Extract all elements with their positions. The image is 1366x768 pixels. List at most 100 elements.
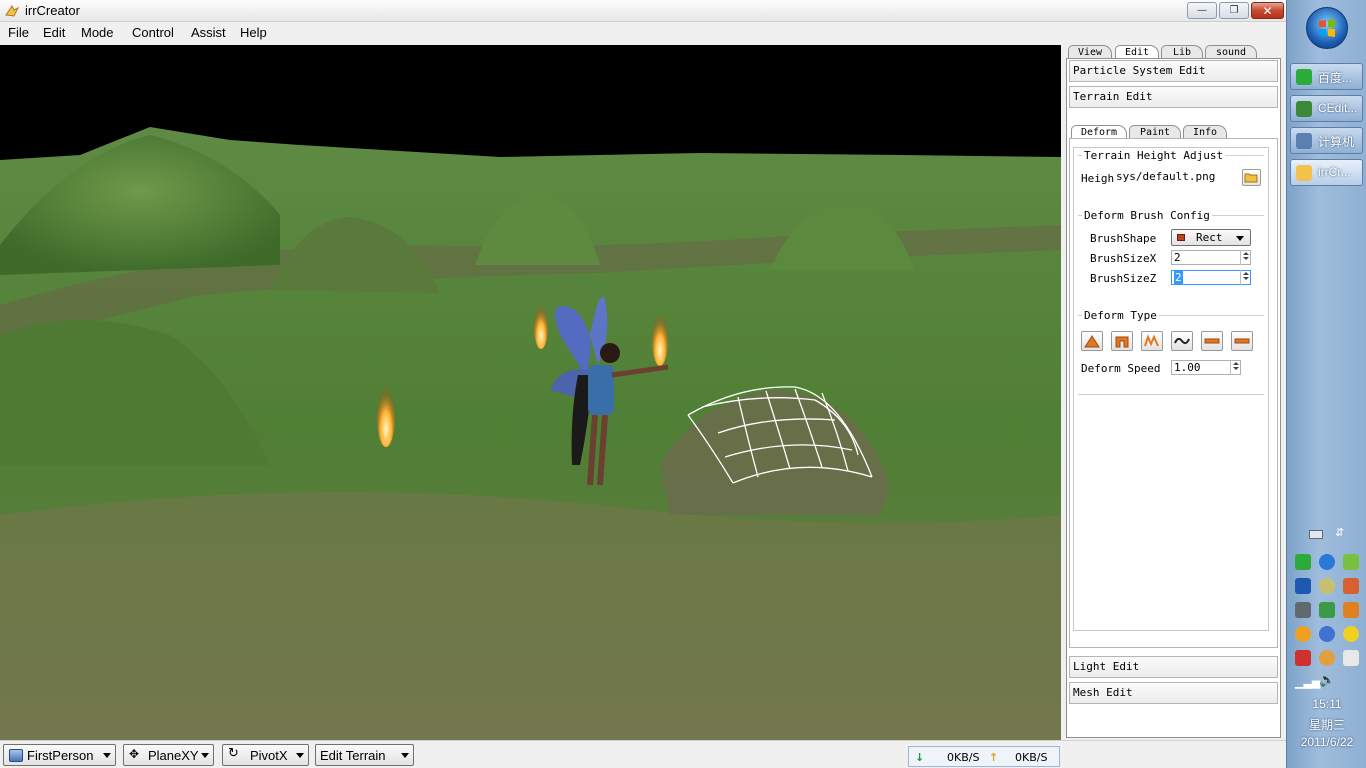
tab-sound[interactable]: sound — [1205, 45, 1257, 59]
height-map-label: Heigh — [1081, 172, 1115, 185]
cedit-app-icon — [1296, 101, 1312, 117]
taskbar-item-cedit[interactable]: CEdit... — [1290, 95, 1363, 122]
torch-flame — [652, 314, 668, 366]
deform-speed-stepper[interactable] — [1230, 360, 1240, 375]
particle-system-edit-header[interactable]: Particle System Edit — [1069, 60, 1278, 82]
deform-speed-label: Deform Speed — [1081, 362, 1161, 375]
brush-size-x-input[interactable]: 2 — [1171, 250, 1251, 265]
deform-flatten-button[interactable] — [1201, 331, 1223, 351]
rotate-icon: ↻ — [228, 746, 239, 761]
plateau-icon — [1115, 336, 1129, 348]
brush-shape-value: Rect — [1196, 231, 1223, 244]
brush-size-z-input[interactable]: 2 — [1171, 270, 1251, 285]
scene-viewport[interactable] — [0, 45, 1061, 740]
upload-arrow-icon: ↑ — [989, 751, 999, 764]
property-panel: View Edit Lib sound Particle System Edit… — [1063, 45, 1285, 740]
brush-size-x-stepper[interactable] — [1240, 250, 1250, 265]
tab-view[interactable]: View — [1068, 45, 1112, 59]
tray-360-icon[interactable] — [1295, 554, 1311, 570]
volume-icon[interactable]: 🔈 — [1319, 673, 1335, 688]
pivot-value: PivotX — [250, 748, 288, 763]
app-logo-icon — [5, 5, 20, 17]
menu-file[interactable]: File — [8, 25, 29, 40]
terrain-height-adjust-title: Terrain Height Adjust — [1082, 149, 1226, 162]
noise-icon — [1144, 334, 1159, 347]
deform-smooth-button[interactable] — [1171, 331, 1193, 351]
chevron-down-icon — [296, 753, 304, 758]
clock-weekday[interactable]: 星期三 — [1287, 716, 1366, 733]
tray-thunder-icon[interactable] — [1319, 554, 1335, 570]
edit-mode-select[interactable]: Edit Terrain — [315, 744, 414, 766]
brush-shape-select[interactable]: Rect — [1171, 229, 1251, 246]
tray-globe-icon[interactable] — [1319, 578, 1335, 594]
signal-bars-icon[interactable]: ▁▃▅ — [1295, 676, 1320, 689]
title-bar[interactable]: irrCreator — ❐ ✕ — [0, 0, 1286, 22]
level-icon — [1234, 338, 1250, 344]
taskbar-item-irrcreator[interactable]: irrCr... — [1290, 159, 1363, 186]
brush-size-z-label: BrushSizeZ — [1090, 272, 1157, 285]
tray-speaker-icon[interactable] — [1343, 578, 1359, 594]
tray-clipboard-icon[interactable] — [1343, 650, 1359, 666]
tray-plus-icon[interactable] — [1343, 626, 1359, 642]
download-arrow-icon: ↓ — [915, 751, 925, 764]
menu-help[interactable]: Help — [240, 25, 267, 40]
tab-lib[interactable]: Lib — [1161, 45, 1203, 59]
brush-size-x-label: BrushSizeX — [1090, 252, 1157, 265]
camera-mode-value: FirstPerson — [27, 748, 94, 763]
status-bar: FirstPerson ✥ PlaneXY ↻ PivotX Edit Terr… — [0, 740, 1286, 768]
edit-tab-content: Particle System Edit Terrain Edit Deform… — [1066, 58, 1281, 738]
dirt-area — [0, 492, 1061, 740]
taskbar-item-computer[interactable]: 计算机 — [1290, 127, 1363, 154]
tab-paint[interactable]: Paint — [1129, 125, 1181, 139]
start-button[interactable] — [1306, 7, 1348, 49]
height-map-field[interactable]: sys/default.png — [1114, 170, 1232, 185]
minimize-button[interactable]: — — [1187, 2, 1217, 19]
baidu-app-icon — [1296, 69, 1312, 85]
deform-type-title: Deform Type — [1082, 309, 1159, 322]
tray-monitor-icon[interactable] — [1295, 602, 1311, 618]
tray-penguin-icon[interactable] — [1319, 650, 1335, 666]
tray-network-error-icon[interactable] — [1295, 650, 1311, 666]
tray-shield-icon[interactable] — [1295, 626, 1311, 642]
deform-noise-button[interactable] — [1141, 331, 1163, 351]
tab-info[interactable]: Info — [1183, 125, 1227, 139]
deform-plateau-button[interactable] — [1111, 331, 1133, 351]
tray-nvidia-icon[interactable] — [1343, 554, 1359, 570]
menu-edit[interactable]: Edit — [43, 25, 65, 40]
tray-app-icon[interactable] — [1319, 602, 1335, 618]
terrain-scene — [0, 127, 1061, 740]
deform-raise-button[interactable] — [1081, 331, 1103, 351]
chevron-down-icon — [201, 753, 209, 758]
chevron-down-icon — [401, 753, 409, 758]
menu-assist[interactable]: Assist — [191, 25, 226, 40]
edit-mode-value: Edit Terrain — [320, 748, 386, 763]
brush-size-z-stepper[interactable] — [1240, 270, 1250, 285]
camera-mode-select[interactable]: FirstPerson — [3, 744, 116, 766]
restore-button[interactable]: ❐ — [1219, 2, 1249, 19]
irrcreator-app-icon — [1296, 165, 1312, 181]
deform-level-button[interactable] — [1231, 331, 1253, 351]
clock-date[interactable]: 2011/6/22 — [1287, 735, 1366, 749]
terrain-edit-header[interactable]: Terrain Edit — [1069, 86, 1278, 108]
deform-brush-config-title: Deform Brush Config — [1082, 209, 1212, 222]
menu-control[interactable]: Control — [132, 25, 174, 40]
browse-folder-button[interactable] — [1242, 169, 1261, 186]
plane-select[interactable]: ✥ PlaneXY — [123, 744, 214, 766]
close-icon: ✕ — [1262, 3, 1273, 18]
tray-network-icon[interactable] — [1295, 578, 1311, 594]
menu-mode[interactable]: Mode — [81, 25, 114, 40]
rect-shape-icon — [1177, 234, 1185, 241]
terrain-edit-body: Terrain Height Adjust Heigh sys/default.… — [1069, 138, 1278, 648]
tray-pen-icon[interactable] — [1343, 602, 1359, 618]
taskbar-item-baidu[interactable]: 百度... — [1290, 63, 1363, 90]
mesh-edit-header[interactable]: Mesh Edit — [1069, 682, 1278, 704]
keyboard-icon[interactable] — [1309, 530, 1323, 539]
light-edit-header[interactable]: Light Edit — [1069, 656, 1278, 678]
clock-time[interactable]: 15:11 — [1287, 697, 1366, 711]
camera-icon — [9, 749, 23, 762]
close-button[interactable]: ✕ — [1251, 2, 1284, 19]
tray-qq-icon[interactable] — [1319, 626, 1335, 642]
show-hidden-icons-icon[interactable]: ⇵ — [1335, 526, 1344, 539]
irrcreator-window: irrCreator — ❐ ✕ File Edit Mode Control … — [0, 0, 1286, 768]
pivot-select[interactable]: ↻ PivotX — [222, 744, 309, 766]
